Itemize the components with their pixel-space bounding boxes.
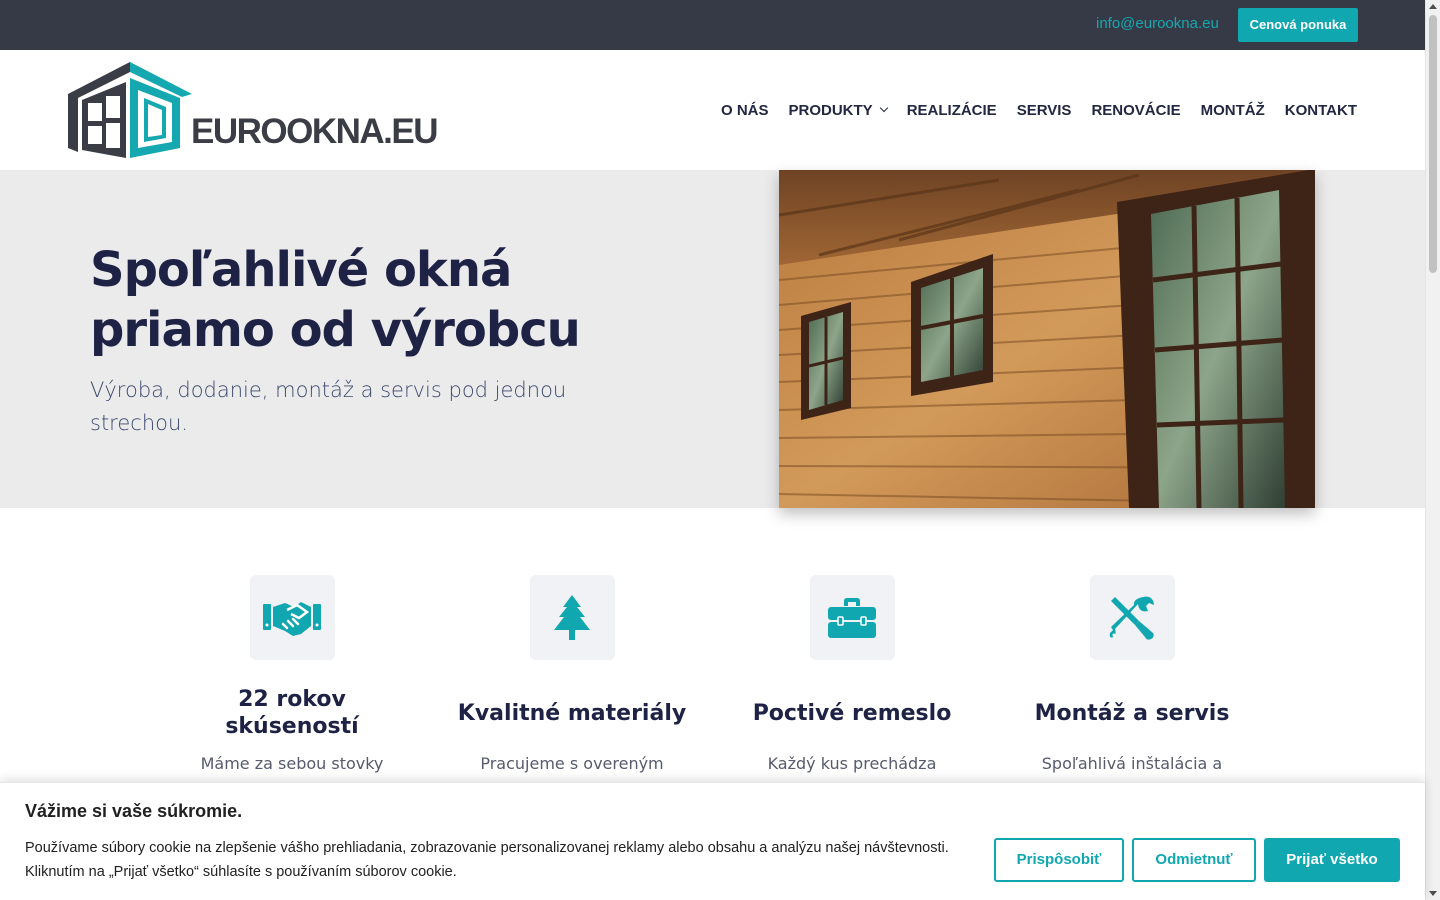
chevron-down-icon (879, 103, 888, 113)
email-link[interactable]: info@eurookna.eu (1096, 15, 1219, 32)
logo[interactable]: EUROOKNA.EU (68, 60, 439, 160)
tools-icon (1109, 596, 1154, 640)
wooden-house-windows-photo (779, 170, 1315, 508)
nav-item-montaz[interactable]: MONTÁŽ (1201, 102, 1265, 119)
nav-label: REALIZÁCIE (906, 101, 997, 119)
nav-label: SERVIS (1016, 101, 1072, 119)
feature-icon-box (529, 575, 615, 660)
nav-label: KONTAKT (1284, 101, 1357, 119)
feature-title: Montáž a servis (1034, 700, 1230, 726)
reject-button[interactable]: Odmietnuť (1132, 838, 1256, 882)
logo-house-icon (68, 62, 192, 158)
scroll-up-arrow[interactable] (1429, 4, 1437, 9)
hero-image (779, 170, 1315, 508)
nav-label: O NÁS (721, 101, 769, 119)
feature-experience: 22 rokov skúseností Máme za sebou stovky (172, 575, 412, 776)
nav-label: MONTÁŽ (1200, 101, 1265, 119)
nav-item-kontakt[interactable]: KONTAKT (1285, 102, 1357, 119)
feature-icon-box (249, 575, 335, 660)
feature-installation: Montáž a servis Spoľahlivá inštalácia a (1012, 575, 1252, 776)
feature-text: Máme za sebou stovky (200, 754, 384, 773)
hero-section: Spoľahlivé okná priamo od výrobcu Výroba… (0, 170, 1425, 508)
scroll-down-arrow[interactable] (1429, 891, 1437, 896)
page-scrollbar[interactable] (1425, 0, 1440, 900)
tree-icon (554, 594, 590, 640)
nav-label: PRODUKTY (788, 101, 873, 119)
site-header: EUROOKNA.EU O NÁS PRODUKTY REALIZÁCIE SE… (0, 50, 1425, 170)
top-bar: info@eurookna.eu Cenová ponuka (0, 0, 1425, 50)
cookie-text: Používame súbory cookie na zlepšenie váš… (25, 840, 949, 880)
nav-item-produkty[interactable]: PRODUKTY (788, 101, 888, 119)
main-nav: O NÁS PRODUKTY REALIZÁCIE SERVIS RENOVÁC… (721, 50, 1357, 170)
feature-title: 22 rokov skúseností (225, 687, 359, 739)
nav-label: RENOVÁCIE (1091, 101, 1181, 119)
accept-all-button[interactable]: Prijať všetko (1264, 838, 1400, 882)
feature-title: Kvalitné materiály (457, 700, 687, 726)
toolbox-icon (828, 597, 876, 638)
customize-button[interactable]: Prispôsobiť (994, 838, 1124, 882)
feature-materials: Kvalitné materiály Pracujeme s overeným (452, 575, 692, 776)
nav-item-servis[interactable]: SERVIS (1017, 102, 1072, 119)
feature-title: Poctivé remeslo (752, 700, 952, 726)
nav-item-realizacie[interactable]: REALIZÁCIE (907, 102, 997, 119)
cookie-title: Vážime si vaše súkromie. (25, 801, 243, 821)
feature-craft: Poctivé remeslo Každý kus prechádza (732, 575, 972, 776)
feature-text: Spoľahlivá inštalácia a (1041, 754, 1223, 773)
quote-button[interactable]: Cenová ponuka (1238, 8, 1358, 42)
hero-subtitle: Výroba, dodanie, montáž a servis pod jed… (90, 378, 567, 435)
nav-item-o-nas[interactable]: O NÁS (721, 102, 769, 119)
scroll-thumb[interactable] (1429, 15, 1437, 273)
feature-icon-box (1089, 575, 1175, 660)
cookie-banner: Vážime si vaše súkromie. Používame súbor… (0, 782, 1425, 900)
logo-text: EUROOKNA.EU (191, 112, 439, 151)
feature-text: Pracujeme s overeným (480, 754, 664, 773)
feature-icon-box (809, 575, 895, 660)
nav-item-renovacie[interactable]: RENOVÁCIE (1091, 102, 1180, 119)
handshake-icon (263, 601, 321, 636)
feature-text: Každý kus prechádza (767, 754, 937, 773)
hero-title: Spoľahlivé okná priamo od výrobcu (90, 242, 581, 358)
